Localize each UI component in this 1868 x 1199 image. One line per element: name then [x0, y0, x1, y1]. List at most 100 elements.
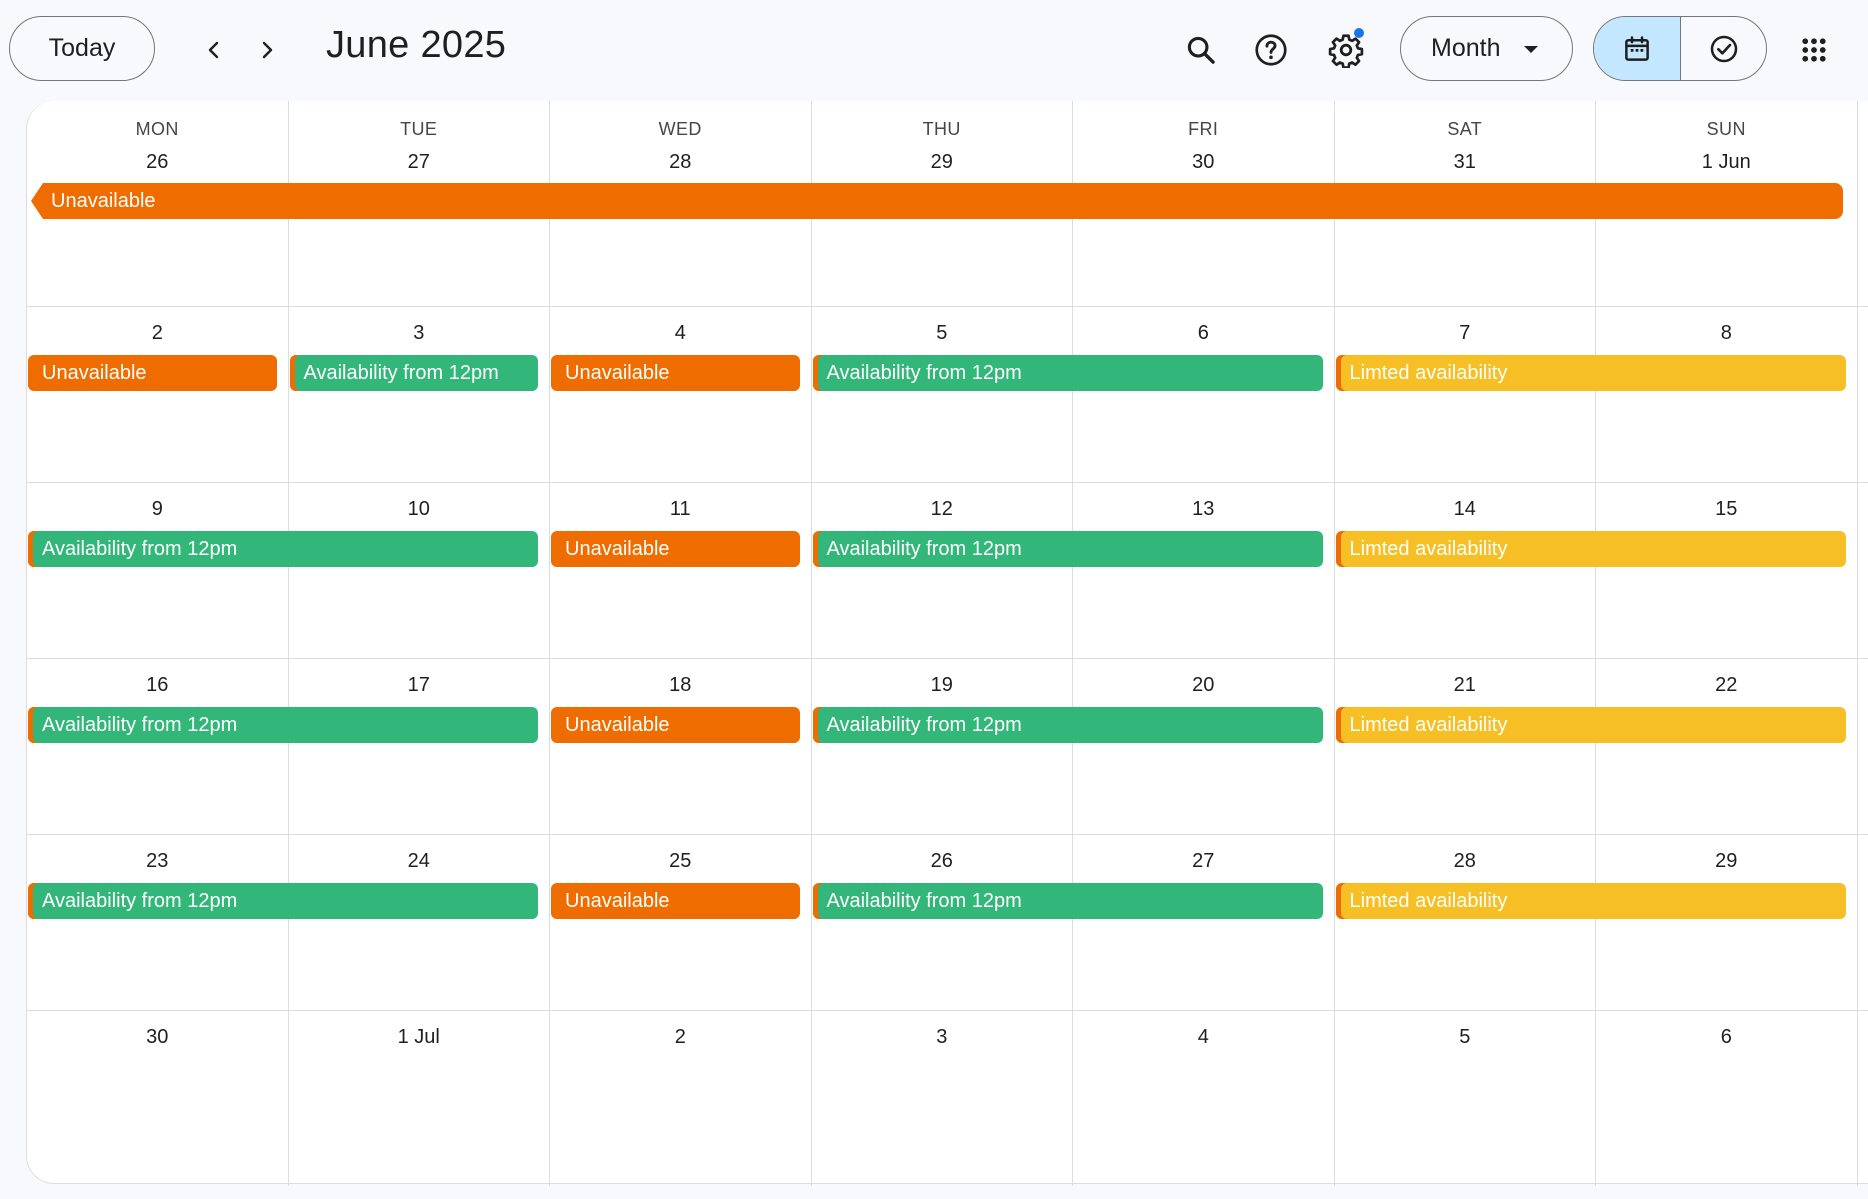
day-number[interactable]: 17	[289, 674, 550, 697]
day-number[interactable]: 28	[1335, 850, 1596, 873]
day-cell[interactable]: 9	[27, 483, 289, 658]
day-cell[interactable]: 22	[1596, 659, 1858, 834]
event-chip[interactable]: Availability from 12pm	[812, 531, 1323, 567]
day-number[interactable]: 1 Jul	[289, 1026, 550, 1049]
day-number[interactable]: 25	[550, 850, 811, 873]
day-number[interactable]: 23	[27, 850, 288, 873]
event-chip[interactable]: Unavailable	[551, 883, 800, 919]
day-cell[interactable]: 14	[1335, 483, 1596, 658]
event-chip[interactable]: Unavailable	[551, 531, 800, 567]
day-number[interactable]: 16	[27, 674, 288, 697]
event-chip[interactable]: Limted availability	[1335, 531, 1846, 567]
day-cell[interactable]: 29	[1596, 835, 1858, 1010]
day-cell[interactable]: 13	[1073, 483, 1335, 658]
day-number[interactable]: 3	[289, 322, 550, 345]
day-number[interactable]: 13	[1073, 498, 1334, 521]
day-number[interactable]: 30	[1073, 151, 1334, 174]
day-number[interactable]: 4	[550, 322, 811, 345]
event-chip[interactable]: Limted availability	[1335, 707, 1846, 743]
day-number[interactable]: 29	[812, 151, 1073, 174]
day-cell[interactable]: 18	[550, 659, 812, 834]
day-number[interactable]: 5	[812, 322, 1073, 345]
event-chip[interactable]: Availability from 12pm	[28, 707, 538, 743]
day-number[interactable]: 28	[550, 151, 811, 174]
day-number[interactable]: 4	[1073, 1026, 1334, 1049]
day-cell[interactable]: 7	[1335, 307, 1596, 482]
search-button[interactable]	[1173, 22, 1229, 78]
day-number[interactable]: 7	[1335, 322, 1596, 345]
day-number[interactable]: 27	[1073, 850, 1334, 873]
day-number[interactable]: 24	[289, 850, 550, 873]
day-cell[interactable]: 4	[550, 307, 812, 482]
day-cell[interactable]: 8	[1596, 307, 1858, 482]
day-number[interactable]: 15	[1596, 498, 1857, 521]
day-cell[interactable]: 4	[1073, 1011, 1335, 1186]
event-chip[interactable]: Availability from 12pm	[812, 707, 1323, 743]
day-cell[interactable]: 2	[550, 1011, 812, 1186]
view-select-dropdown[interactable]: Month	[1400, 16, 1573, 81]
event-chip[interactable]: Availability from 12pm	[812, 883, 1323, 919]
event-chip[interactable]: Availability from 12pm	[28, 531, 538, 567]
tasks-view-button[interactable]	[1680, 17, 1766, 80]
day-cell[interactable]: 19	[812, 659, 1073, 834]
day-number[interactable]: 10	[289, 498, 550, 521]
day-number[interactable]: 1 Jun	[1596, 151, 1857, 174]
event-chip[interactable]: Availability from 12pm	[812, 355, 1323, 391]
day-cell[interactable]: 21	[1335, 659, 1596, 834]
day-cell[interactable]: 24	[289, 835, 550, 1010]
day-number[interactable]: 30	[27, 1026, 288, 1049]
day-number[interactable]: 18	[550, 674, 811, 697]
day-number[interactable]: 9	[27, 498, 288, 521]
day-number[interactable]: 11	[550, 498, 811, 521]
day-number[interactable]: 22	[1596, 674, 1857, 697]
next-month-button[interactable]	[245, 28, 289, 72]
help-button[interactable]	[1243, 22, 1299, 78]
day-number[interactable]: 3	[812, 1026, 1073, 1049]
previous-month-button[interactable]	[192, 28, 236, 72]
day-number[interactable]: 8	[1596, 322, 1857, 345]
day-number[interactable]: 6	[1073, 322, 1334, 345]
day-cell[interactable]: 26	[812, 835, 1073, 1010]
day-cell[interactable]: 30	[27, 1011, 289, 1186]
day-number[interactable]: 12	[812, 498, 1073, 521]
day-cell[interactable]: 11	[550, 483, 812, 658]
event-chip[interactable]: Availability from 12pm	[28, 883, 538, 919]
day-number[interactable]: 14	[1335, 498, 1596, 521]
day-cell[interactable]: 10	[289, 483, 550, 658]
day-number[interactable]: 5	[1335, 1026, 1596, 1049]
event-chip[interactable]: Unavailable	[551, 707, 800, 743]
day-cell[interactable]: 3	[812, 1011, 1073, 1186]
day-cell[interactable]: 17	[289, 659, 550, 834]
day-cell[interactable]: 28	[1335, 835, 1596, 1010]
day-cell[interactable]: 25	[550, 835, 812, 1010]
day-cell[interactable]: 23	[27, 835, 289, 1010]
day-number[interactable]: 19	[812, 674, 1073, 697]
day-number[interactable]: 21	[1335, 674, 1596, 697]
day-number[interactable]: 2	[27, 322, 288, 345]
calendar-view-button[interactable]	[1594, 17, 1680, 80]
day-cell[interactable]: 16	[27, 659, 289, 834]
event-chip[interactable]: Availability from 12pm	[289, 355, 538, 391]
day-number[interactable]: 6	[1596, 1026, 1857, 1049]
day-cell[interactable]: 12	[812, 483, 1073, 658]
today-button[interactable]: Today	[9, 16, 155, 81]
day-cell[interactable]: 3	[289, 307, 550, 482]
day-cell[interactable]: 1 Jul	[289, 1011, 550, 1186]
event-chip[interactable]: Unavailable	[28, 355, 277, 391]
day-cell[interactable]: 15	[1596, 483, 1858, 658]
day-number[interactable]: 2	[550, 1026, 811, 1049]
day-cell[interactable]: 5	[1335, 1011, 1596, 1186]
day-cell[interactable]: 27	[1073, 835, 1335, 1010]
settings-button[interactable]	[1318, 22, 1374, 78]
day-number[interactable]: 26	[27, 151, 288, 174]
event-chip[interactable]: Unavailable	[31, 183, 1843, 219]
day-number[interactable]: 26	[812, 850, 1073, 873]
day-cell[interactable]: 2	[27, 307, 289, 482]
event-chip[interactable]: Unavailable	[551, 355, 800, 391]
day-cell[interactable]: 20	[1073, 659, 1335, 834]
day-cell[interactable]: 6	[1596, 1011, 1858, 1186]
day-cell[interactable]: 6	[1073, 307, 1335, 482]
event-chip[interactable]: Limted availability	[1335, 355, 1846, 391]
apps-button[interactable]	[1786, 22, 1842, 78]
day-number[interactable]: 27	[289, 151, 550, 174]
